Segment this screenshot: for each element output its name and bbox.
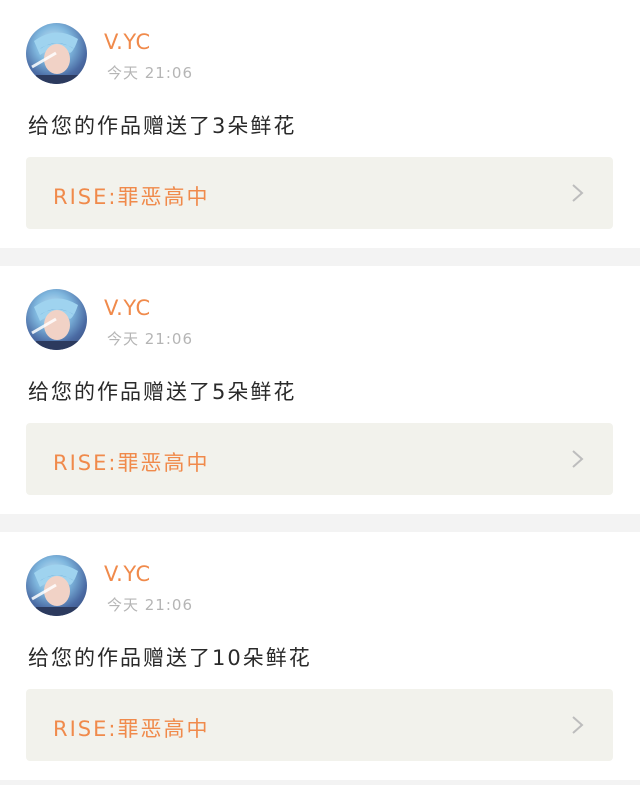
work-link[interactable]: RISE:罪恶高中 (26, 157, 613, 229)
avatar-image (31, 32, 78, 84)
work-title: RISE:罪恶高中 (53, 717, 210, 741)
timestamp: 今天 21:06 (107, 330, 193, 348)
timestamp: 今天 21:06 (107, 596, 193, 614)
chevron-right-icon (572, 450, 584, 468)
avatar-image (31, 298, 78, 350)
notification-card: V.YC 今天 21:06 给您的作品赠送了10朵鲜花 RISE:罪恶高中 (0, 532, 640, 780)
timestamp: 今天 21:06 (107, 64, 193, 82)
work-title: RISE:罪恶高中 (53, 185, 210, 209)
notification-card: V.YC 今天 21:06 给您的作品赠送了3朵鲜花 RISE:罪恶高中 (0, 0, 640, 248)
gift-message: 给您的作品赠送了3朵鲜花 (28, 114, 297, 138)
gift-message: 给您的作品赠送了5朵鲜花 (28, 380, 297, 404)
chevron-right-icon (572, 716, 584, 734)
avatar-image (31, 564, 78, 616)
username[interactable]: V.YC (104, 562, 151, 586)
work-title: RISE:罪恶高中 (53, 451, 210, 475)
work-link[interactable]: RISE:罪恶高中 (26, 423, 613, 495)
avatar[interactable] (26, 23, 87, 84)
chevron-right-icon (572, 184, 584, 202)
work-link[interactable]: RISE:罪恶高中 (26, 689, 613, 761)
username[interactable]: V.YC (104, 30, 151, 54)
username[interactable]: V.YC (104, 296, 151, 320)
notification-card: V.YC 今天 21:06 给您的作品赠送了5朵鲜花 RISE:罪恶高中 (0, 266, 640, 514)
gift-message: 给您的作品赠送了10朵鲜花 (28, 646, 312, 670)
avatar[interactable] (26, 289, 87, 350)
notification-feed: V.YC 今天 21:06 给您的作品赠送了3朵鲜花 RISE:罪恶高中 V.Y… (0, 0, 640, 780)
avatar[interactable] (26, 555, 87, 616)
